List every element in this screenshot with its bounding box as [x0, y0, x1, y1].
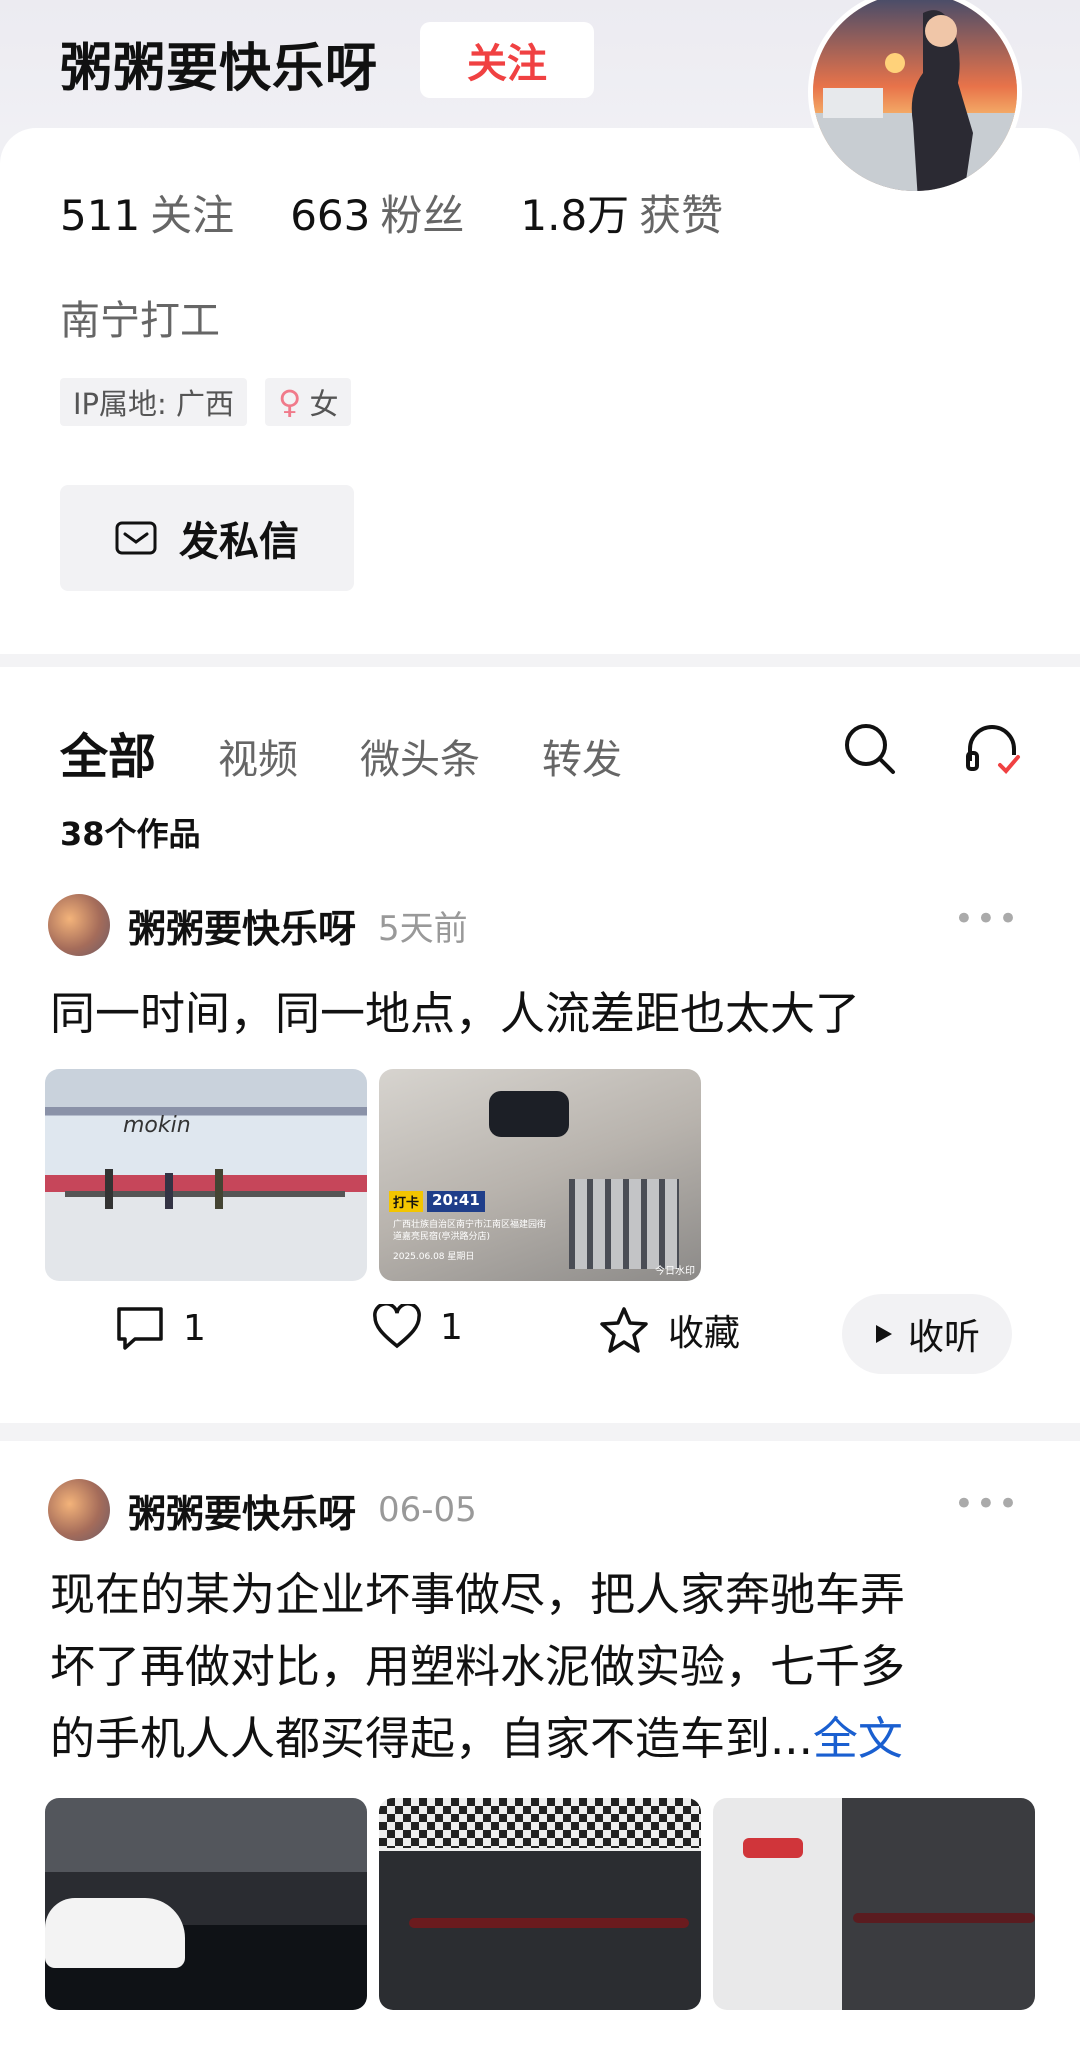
- author-avatar[interactable]: [48, 894, 110, 956]
- post-time: 06-05: [378, 1490, 477, 1530]
- post-actions: 1 1 收藏 收听: [0, 1292, 1080, 1382]
- post-image[interactable]: [379, 1798, 701, 2010]
- post-text[interactable]: 现在的某为企业坏事做尽，把人家奔驰车弄 坏了再做对比，用塑料水泥做实验，七千多 …: [50, 1559, 905, 1775]
- follow-button[interactable]: 关注: [420, 22, 594, 98]
- post-header: 粥粥要快乐呀 06-05: [48, 1479, 477, 1541]
- ip-location-tag: IP属地: 广西: [60, 378, 248, 426]
- tab-video[interactable]: 视频: [218, 727, 298, 785]
- gender-tag: ♀ 女: [265, 378, 352, 426]
- works-count: 38个作品: [60, 815, 201, 853]
- stats-row: 511 关注 663 粉丝 1.8万 获赞: [60, 182, 723, 243]
- post-image[interactable]: 打卡 20:41 广西壮族自治区南宁市江南区福建园街道嘉亮民宿(亭洪路分店) 2…: [379, 1069, 701, 1281]
- headphones-icon[interactable]: [962, 721, 1022, 777]
- comment-icon: [117, 1307, 163, 1350]
- content-tabs: 全部 视频 微头条 转发: [60, 717, 622, 787]
- profile-card: 511 关注 663 粉丝 1.8万 获赞 南宁打工 IP属地: 广西 ♀ 女 发私信: [0, 128, 1080, 654]
- post-image[interactable]: mokin: [45, 1069, 367, 1281]
- profile-tags: IP属地: 广西 ♀ 女: [60, 378, 352, 426]
- post-header: 粥粥要快乐呀 5天前: [48, 894, 468, 956]
- like-count: 1: [440, 1306, 463, 1348]
- comment-count: 1: [183, 1307, 206, 1349]
- post-image[interactable]: [45, 1798, 367, 2010]
- post-author[interactable]: 粥粥要快乐呀: [128, 1483, 356, 1538]
- tab-repost[interactable]: 转发: [542, 727, 622, 785]
- checkin-time: 20:41: [427, 1191, 485, 1212]
- tab-all[interactable]: 全部: [60, 717, 156, 787]
- more-icon[interactable]: •••: [954, 1484, 1020, 1524]
- post-card: 粥粥要快乐呀 06-05 ••• 现在的某为企业坏事做尽，把人家奔驰车弄 坏了再…: [0, 1441, 1080, 2067]
- stat-following[interactable]: 511 关注: [60, 182, 234, 243]
- post-author[interactable]: 粥粥要快乐呀: [128, 898, 356, 953]
- checkin-address: 广西壮族自治区南宁市江南区福建园街道嘉亮民宿(亭洪路分店): [393, 1220, 547, 1242]
- checkin-date: 2025.06.08 星期日: [393, 1252, 475, 1262]
- play-icon: [875, 1325, 892, 1343]
- heart-icon: [373, 1304, 421, 1349]
- comment-button[interactable]: 1: [115, 1304, 206, 1352]
- post-images: [45, 1798, 1035, 2010]
- stat-followers[interactable]: 663 粉丝: [290, 182, 464, 243]
- watermark-label: 今日水印: [655, 1266, 695, 1277]
- store-sign: mokin: [123, 1113, 191, 1138]
- tab-micro-post[interactable]: 微头条: [360, 727, 480, 785]
- works-section: 全部 视频 微头条 转发 38个作品 粥粥要快乐呀 5天前 ••• 同一时间，同…: [0, 667, 1080, 1423]
- checkin-badge: 打卡: [389, 1191, 424, 1212]
- favorite-button[interactable]: 收藏: [598, 1304, 740, 1356]
- profile-name: 粥粥要快乐呀: [60, 39, 379, 99]
- listen-label: 收听: [907, 1317, 980, 1358]
- stat-likes[interactable]: 1.8万 获赞: [520, 182, 723, 243]
- profile-bio: 南宁打工: [60, 298, 220, 344]
- like-button[interactable]: 1: [372, 1304, 463, 1350]
- post-images: mokin 打卡 20:41 广西壮族自治区南宁市江南区福建园街道嘉亮民宿(亭洪…: [45, 1069, 701, 1281]
- favorite-label: 收藏: [668, 1313, 741, 1354]
- message-button[interactable]: 发私信: [60, 485, 354, 591]
- post-image[interactable]: [713, 1798, 1035, 2010]
- more-icon[interactable]: •••: [954, 899, 1020, 939]
- full-text-link[interactable]: 全文: [813, 1712, 903, 1765]
- listen-button[interactable]: 收听: [842, 1294, 1012, 1374]
- post-text[interactable]: 同一时间，同一地点，人流差距也太大了: [50, 978, 860, 1050]
- message-label: 发私信: [179, 519, 299, 565]
- star-icon: [600, 1307, 648, 1353]
- mail-icon: [115, 521, 157, 555]
- search-icon[interactable]: [842, 721, 898, 777]
- female-icon: ♀: [278, 383, 302, 421]
- author-avatar[interactable]: [48, 1479, 110, 1541]
- post-time: 5天前: [378, 908, 468, 949]
